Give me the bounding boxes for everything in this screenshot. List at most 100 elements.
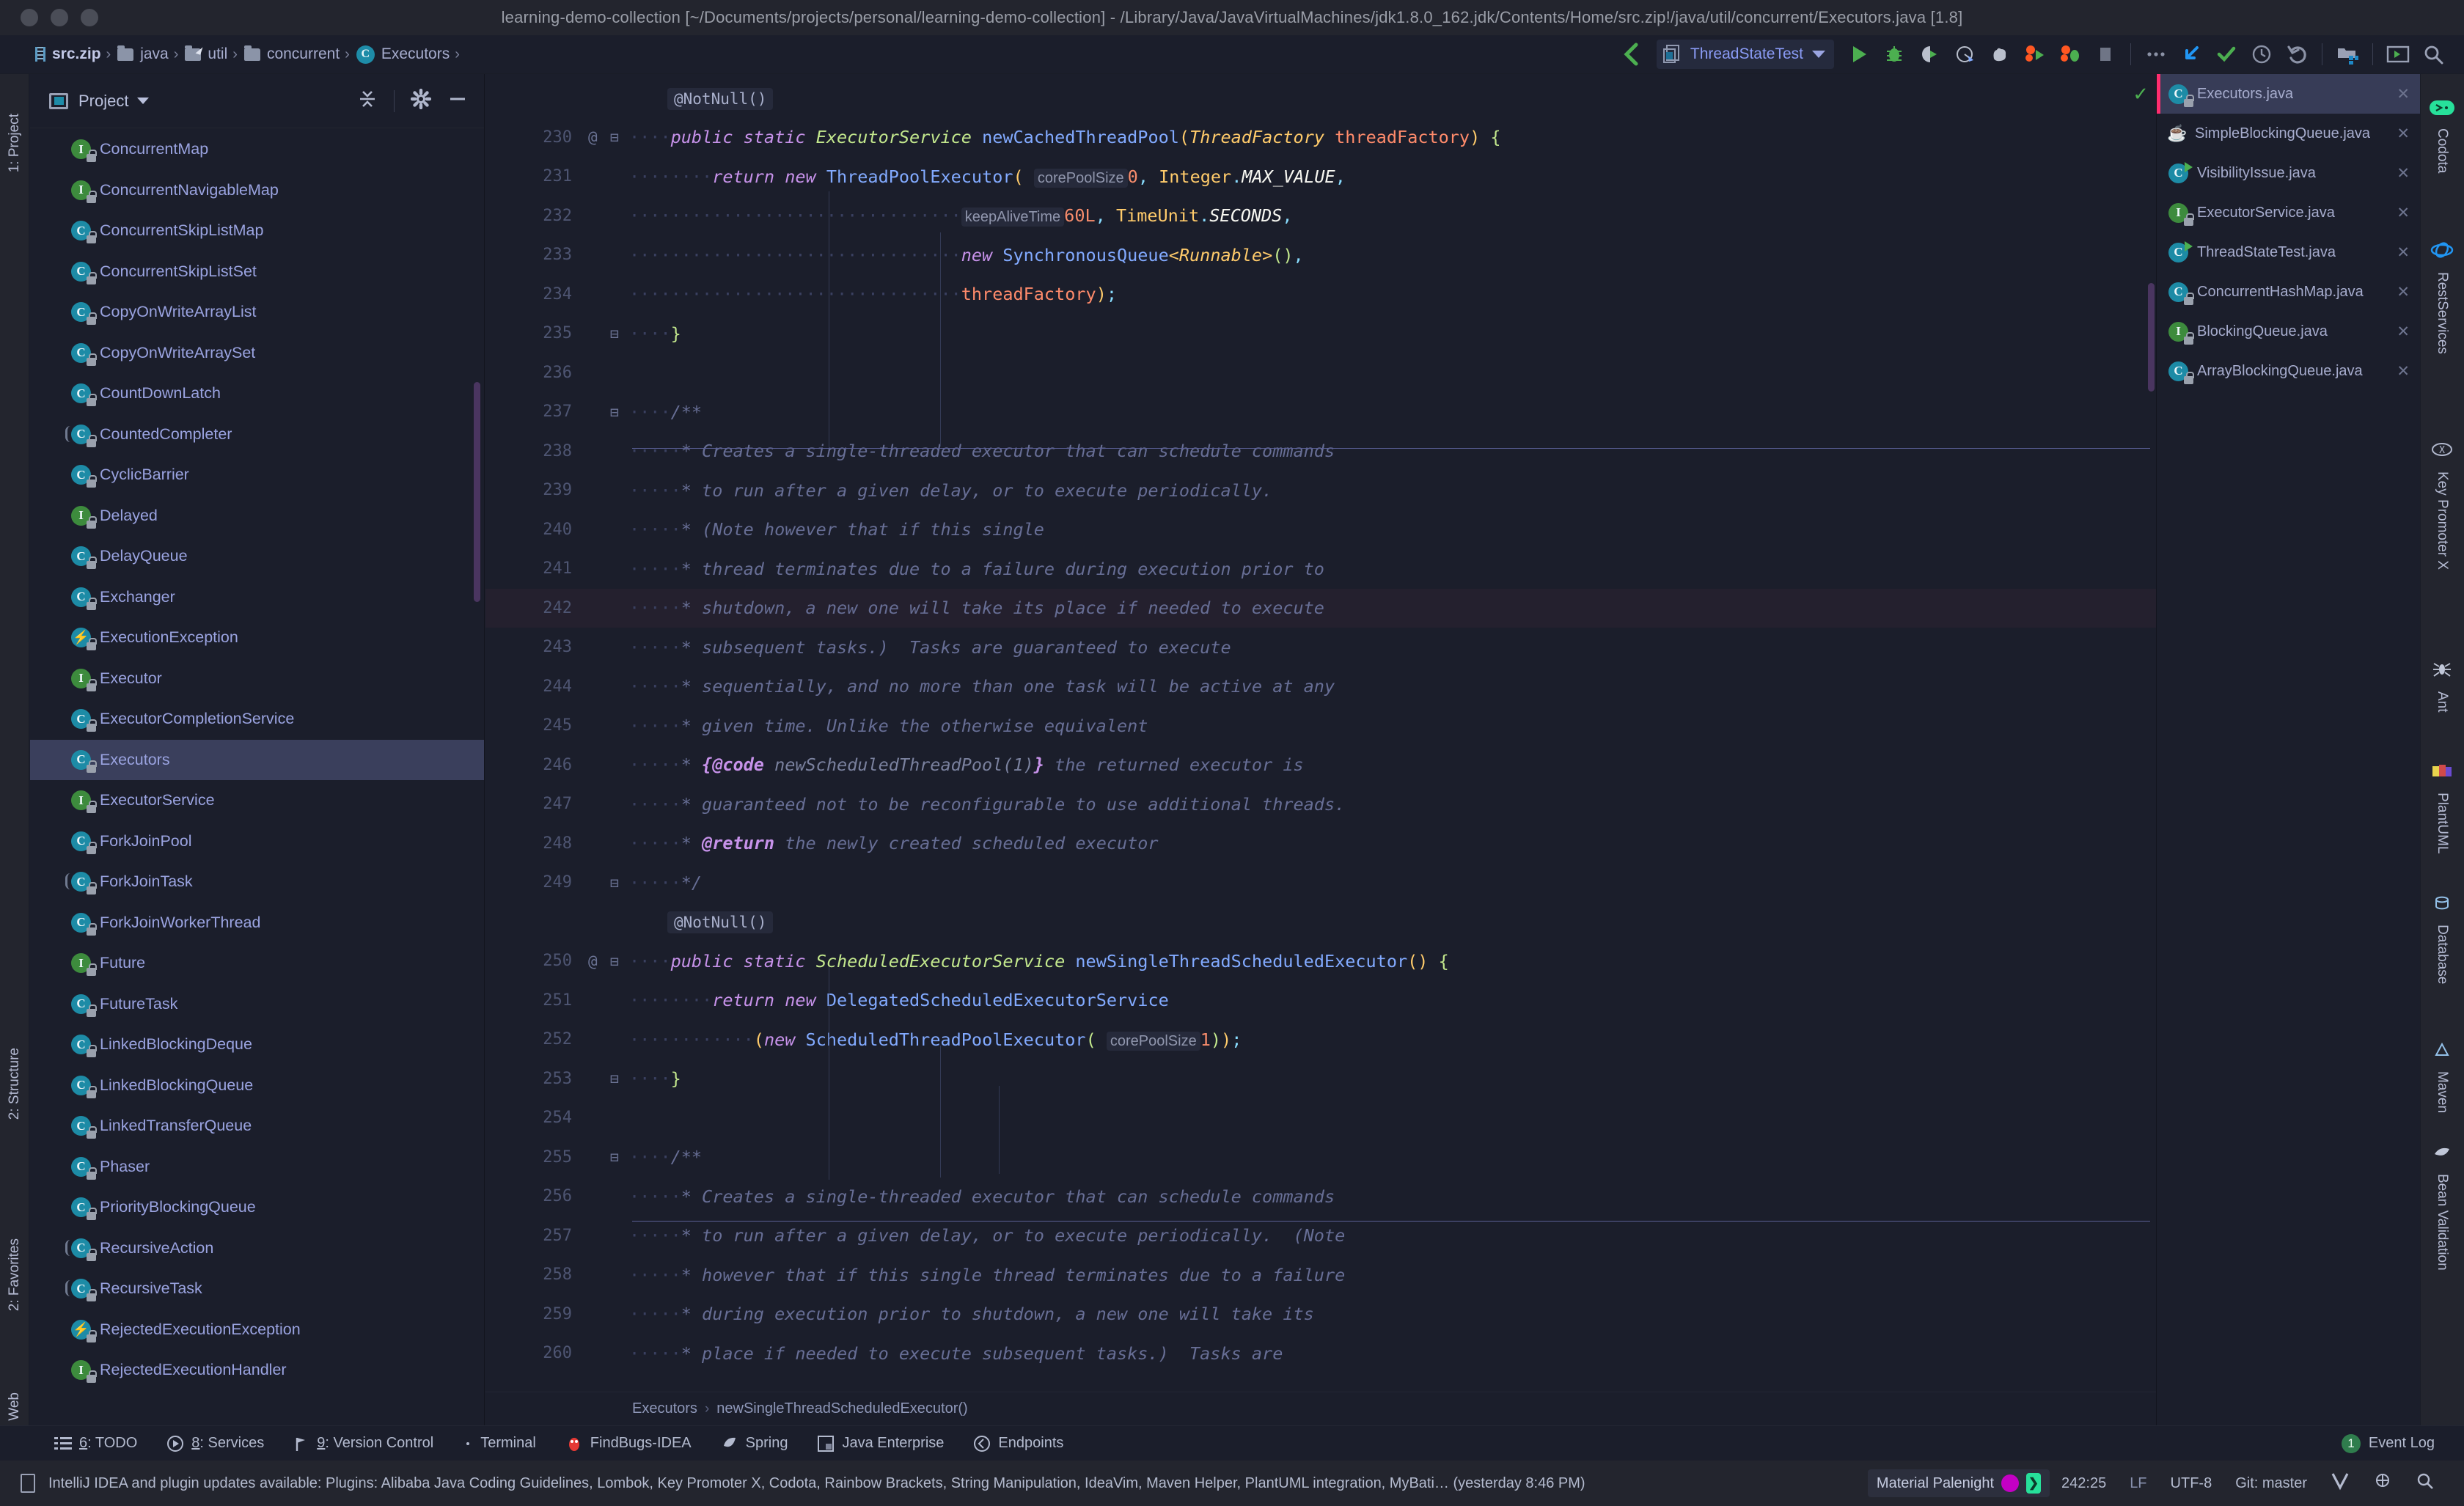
project-tree-item[interactable]: C FutureTask	[30, 984, 484, 1025]
code-line[interactable]: 247 ·····* guaranteed not to be reconfigu…	[485, 785, 2156, 824]
tool-window-button[interactable]: Terminal	[448, 1435, 551, 1452]
project-tree-item[interactable]: I ExecutorService	[30, 780, 484, 821]
code-line[interactable]: 253 ⊟ ····}	[485, 1059, 2156, 1099]
encoding[interactable]: UTF-8	[2159, 1475, 2224, 1492]
project-tree-scrollbar[interactable]	[474, 382, 480, 602]
project-tree-item[interactable]: C RecursiveAction	[30, 1228, 484, 1269]
project-tree-item[interactable]: C ForkJoinTask	[30, 862, 484, 903]
code-line[interactable]: 239 ·····* to run after a given delay, or…	[485, 471, 2156, 510]
project-tree-item[interactable]: C ForkJoinPool	[30, 821, 484, 862]
sidebar-item-favorites[interactable]: 2: Favorites	[0, 1233, 29, 1317]
project-tree-item[interactable]: C ConcurrentSkipListSet	[30, 251, 484, 293]
codota-status-icon[interactable]: ❯	[2026, 1473, 2042, 1494]
project-tree-item[interactable]: C ForkJoinWorkerThread	[30, 903, 484, 944]
project-tree-item[interactable]: C PriorityBlockingQueue	[30, 1187, 484, 1228]
git-branch[interactable]: Git: master	[2223, 1475, 2319, 1492]
tool-window-button[interactable]: Java Enterprise	[802, 1435, 958, 1452]
sidebar-item-codota[interactable]: Codota	[2420, 93, 2464, 180]
project-tree-item[interactable]: I ConcurrentMap	[30, 129, 484, 170]
project-tree-item[interactable]: C Executors	[30, 739, 484, 780]
inspection-level-icon[interactable]	[2361, 1472, 2404, 1495]
gear-icon[interactable]	[410, 88, 432, 113]
undo-icon[interactable]	[2279, 38, 2314, 70]
code-fold-toggle[interactable]: ⊟	[610, 325, 619, 342]
editor-scrollbar[interactable]	[2148, 283, 2155, 392]
code-line-caret[interactable]: 242 ·····* shutdown, a new one will take …	[485, 588, 2156, 628]
code-line[interactable]: 259 ·····* during execution prior to shut…	[485, 1295, 2156, 1334]
project-tree-item[interactable]: C LinkedBlockingQueue	[30, 1065, 484, 1106]
ideavim-icon[interactable]	[2319, 1472, 2361, 1495]
open-files-panel[interactable]: C Executors.java ✕ ☕ SimpleBlockingQueue.jav…	[2156, 74, 2420, 1425]
code-line[interactable]: 257 ·····* to run after a given delay, or…	[485, 1216, 2156, 1256]
code-line[interactable]: 231 ········return new ThreadPoolExecutor…	[485, 157, 2156, 196]
sidebar-item-restservices[interactable]: RestServices	[2420, 234, 2464, 361]
status-message[interactable]: IntelliJ IDEA and plugin updates availab…	[48, 1475, 1585, 1492]
search-icon[interactable]	[2416, 38, 2451, 70]
code-line[interactable]: 241 ·····* thread terminates due to a fai…	[485, 549, 2156, 589]
inspection-ok-icon[interactable]: ✓	[2133, 83, 2149, 106]
project-tree-item[interactable]: I Delayed	[30, 496, 484, 537]
breadcrumb-item-src-zip[interactable]: src.zip	[32, 45, 104, 63]
code-fold-toggle[interactable]: ⊟	[610, 1070, 619, 1087]
project-tree-item[interactable]: C CountedCompleter	[30, 414, 484, 455]
open-file-tab[interactable]: C ConcurrentHashMap.java ✕	[2157, 272, 2420, 312]
sidebar-item-ant[interactable]: Ant	[2420, 653, 2464, 720]
close-icon[interactable]: ✕	[2397, 362, 2410, 381]
code-line[interactable]: 252 ············(new ScheduledThreadPoolE…	[485, 1020, 2156, 1059]
close-icon[interactable]: ✕	[2397, 204, 2410, 222]
line-separator[interactable]: LF	[2118, 1475, 2158, 1492]
gutter-annotation-marker[interactable]: @	[588, 128, 598, 146]
sidebar-item-maven[interactable]: Maven	[2420, 1035, 2464, 1120]
code-fold-toggle[interactable]: ⊟	[610, 874, 619, 892]
project-tree-item[interactable]: C CountDownLatch	[30, 373, 484, 414]
code-line[interactable]: 255 ⊟ ····/**	[485, 1138, 2156, 1178]
more-icon[interactable]	[2138, 38, 2174, 70]
code-line[interactable]: 233 ································new S…	[485, 235, 2156, 275]
open-file-tab[interactable]: I ExecutorService.java ✕	[2157, 193, 2420, 232]
tool-window-bar[interactable]: 6: TODO 8: Services 9: Version Control Term…	[0, 1425, 2464, 1461]
project-tree-item[interactable]: C Exchanger	[30, 577, 484, 618]
code-line[interactable]: 244 ·····* sequentially, and no more than…	[485, 667, 2156, 707]
code-line[interactable]: 237 ⊟ ····/**	[485, 392, 2156, 432]
code-line[interactable]: 232 ································ keepA…	[485, 196, 2156, 236]
memory-indicator-icon[interactable]	[2404, 1472, 2446, 1495]
project-tree-item[interactable]: I Future	[30, 943, 484, 984]
code-fold-toggle[interactable]: ⊟	[610, 1148, 619, 1166]
project-tree-item[interactable]: C CyclicBarrier	[30, 455, 484, 496]
code-line[interactable]: @NotNull()	[485, 78, 2156, 118]
code-line[interactable]: 240 ·····* (Note however that if this sin…	[485, 510, 2156, 550]
project-tree-item[interactable]: C ConcurrentSkipListMap	[30, 210, 484, 251]
chevron-down-icon[interactable]	[137, 98, 150, 104]
sidebar-item-web[interactable]: Web	[0, 1386, 29, 1427]
profile-icon[interactable]	[1947, 38, 1982, 70]
breadcrumb-item-java[interactable]: java	[114, 45, 172, 63]
project-tree-item[interactable]: C LinkedBlockingDeque	[30, 1024, 484, 1065]
event-log-button[interactable]: 1 Event Log	[2341, 1433, 2435, 1453]
tool-window-button[interactable]: FindBugs-IDEA	[551, 1435, 706, 1452]
code-line[interactable]: 250 @ ⊟ ····public static ScheduledExecutor…	[485, 941, 2156, 981]
sidebar-item-database[interactable]: Database	[2420, 888, 2464, 991]
breadcrumb-item-util[interactable]: util	[182, 45, 230, 63]
run-icon[interactable]	[1841, 38, 1877, 70]
sidebar-item-beanvalidation[interactable]: Bean Validation	[2420, 1137, 2464, 1278]
tool-window-button[interactable]: 6: TODO	[40, 1435, 152, 1452]
terminal-icon[interactable]	[2380, 38, 2416, 70]
project-tree-item[interactable]: C LinkedTransferQueue	[30, 1106, 484, 1147]
run-with-coverage-icon[interactable]	[1912, 38, 1947, 70]
code-fold-toggle[interactable]: ⊟	[610, 128, 619, 146]
run-config-selector[interactable]: ThreadStateTest	[1656, 40, 1834, 69]
sidebar-item-project[interactable]: 1: Project	[0, 108, 29, 178]
code-line[interactable]: 238 ·····* Creates a single-threaded exec…	[485, 432, 2156, 471]
open-file-tab[interactable]: C VisibilityIssue.java ✕	[2157, 153, 2420, 193]
debug-dashboard-icon[interactable]	[2053, 38, 2088, 70]
sidebar-item-keypromoterx[interactable]: X Key Promoter X	[2420, 433, 2464, 577]
code-line[interactable]: 236	[485, 353, 2156, 393]
code-line[interactable]: 235 ⊟ ····}	[485, 314, 2156, 353]
project-tree-item[interactable]: C ExecutorCompletionService	[30, 699, 484, 740]
run-dashboard-icon[interactable]	[2017, 38, 2053, 70]
code-line[interactable]: 246 ·····* {@code newScheduledThreadPool(…	[485, 746, 2156, 785]
breadcrumb-class[interactable]: Executors	[632, 1400, 697, 1417]
close-icon[interactable]: ✕	[2397, 283, 2410, 301]
code-line[interactable]: 254	[485, 1098, 2156, 1138]
open-file-tab[interactable]: ☕ SimpleBlockingQueue.java ✕	[2157, 114, 2420, 153]
